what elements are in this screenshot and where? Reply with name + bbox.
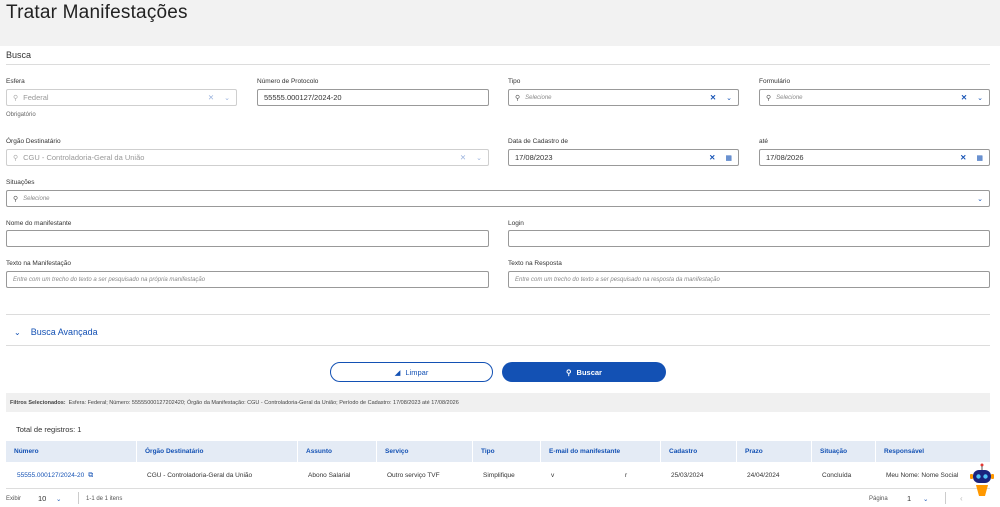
divider — [945, 492, 946, 504]
search-icon: ⚲ — [13, 195, 19, 203]
calendar-icon[interactable]: ▦ — [976, 154, 983, 162]
assistant-bot-icon[interactable] — [968, 462, 996, 504]
close-icon[interactable]: ✕ — [960, 153, 966, 162]
situacao-cell: Concluída — [822, 472, 852, 479]
close-icon[interactable]: ✕ — [710, 93, 716, 102]
buscar-button[interactable]: ⚲ Buscar — [502, 362, 666, 382]
chevron-down-icon[interactable]: ⌄ — [923, 495, 928, 503]
texto-manifestacao-input[interactable]: Entre com um trecho do texto a ser pesqu… — [6, 271, 489, 288]
orgao-select[interactable]: ⚲ CGU - Controladoria-Geral da União ✕ ⌄ — [6, 149, 489, 166]
divider — [6, 314, 990, 315]
chevron-down-icon[interactable]: ⌄ — [224, 94, 230, 102]
login-input[interactable] — [508, 230, 990, 247]
table-header: Número Órgão Destinatário Assunto Serviç… — [6, 441, 990, 462]
chevron-down-icon[interactable]: ⌄ — [476, 154, 482, 162]
busca-section-title: Busca — [6, 50, 32, 60]
table-row[interactable]: 55555.000127/2024-20 ⧉ CGU - Controlador… — [6, 462, 990, 489]
texto-manifestacao-label: Texto na Manifestação — [6, 260, 72, 267]
numero-link[interactable]: 55555.000127/2024-20 ⧉ — [9, 462, 93, 489]
protocolo-input[interactable]: 55555.000127/2024-20 — [257, 89, 489, 106]
close-icon[interactable]: ✕ — [961, 93, 967, 102]
data-de-input[interactable]: 17/08/2023 ✕ ▦ — [508, 149, 739, 166]
protocolo-label: Número de Protocolo — [257, 78, 319, 85]
tipo-label: Tipo — [508, 78, 521, 85]
esfera-select[interactable]: ⚲ Federal ✕ ⌄ — [6, 89, 237, 106]
chevron-left-icon[interactable]: ‹ — [960, 494, 963, 503]
data-ate-input[interactable]: 17/08/2026 ✕ ▦ — [759, 149, 990, 166]
data-de-label: Data de Cadastro de — [508, 138, 568, 145]
assunto-cell: Abono Salarial — [308, 472, 351, 479]
column-header[interactable]: Responsável — [875, 441, 990, 462]
search-icon: ⚲ — [566, 367, 572, 377]
search-icon: ⚲ — [13, 154, 19, 162]
orgao-label: Órgão Destinatário — [6, 138, 61, 145]
divider — [6, 64, 990, 65]
column-header[interactable]: Assunto — [297, 441, 376, 462]
nome-label: Nome do manifestante — [6, 220, 72, 227]
situacoes-label: Situações — [6, 179, 35, 186]
chevron-down-icon[interactable]: ⌄ — [977, 195, 983, 203]
calendar-icon[interactable]: ▦ — [725, 154, 732, 162]
limpar-button[interactable]: ◢ Limpar — [330, 362, 493, 382]
formulario-label: Formulário — [759, 78, 791, 85]
search-icon: ⚲ — [766, 94, 772, 102]
nome-input[interactable] — [6, 230, 489, 247]
formulario-select[interactable]: ⚲ Selecione ✕ ⌄ — [759, 89, 990, 106]
data-ate-label: até — [759, 138, 769, 145]
email-cell-end: r — [625, 472, 628, 479]
search-icon: ⚲ — [515, 94, 521, 102]
selected-filters: Filtros Selecionados: Esfera: Federal; N… — [6, 393, 990, 412]
external-link-icon[interactable]: ⧉ — [88, 472, 93, 480]
page-title: Tratar Manifestações — [6, 2, 188, 23]
busca-avancada-toggle[interactable]: ⌄ Busca Avançada — [14, 327, 98, 337]
orgao-cell: CGU - Controladoria-Geral da União — [147, 472, 253, 479]
trash-icon: ◢ — [394, 367, 401, 377]
divider — [78, 492, 79, 504]
column-header[interactable]: Cadastro — [660, 441, 736, 462]
chevron-down-icon[interactable]: ⌄ — [977, 94, 983, 102]
situacoes-select[interactable]: ⚲ Selecione ⌄ — [6, 190, 990, 207]
email-cell-start: v — [551, 472, 555, 479]
cadastro-cell: 25/03/2024 — [671, 472, 704, 479]
pagination-bar: Exibir 10 ⌄ 1-1 de 1 itens Página 1 ⌄ ‹ — [0, 490, 1000, 507]
column-header[interactable]: Serviço — [376, 441, 472, 462]
exibir-label: Exibir — [6, 495, 22, 502]
esfera-note: Obrigatório — [6, 112, 36, 118]
prazo-cell: 24/04/2024 — [747, 472, 780, 479]
search-icon: ⚲ — [13, 94, 19, 102]
column-header[interactable]: Situação — [811, 441, 875, 462]
page-select[interactable]: 1 — [907, 494, 911, 503]
close-icon[interactable]: ✕ — [460, 153, 466, 162]
tipo-cell: Simplifique — [483, 472, 515, 479]
column-header[interactable]: E-mail do manifestante — [540, 441, 660, 462]
close-icon[interactable]: ✕ — [208, 93, 214, 102]
close-icon[interactable]: ✕ — [709, 153, 715, 162]
divider — [6, 345, 990, 346]
login-label: Login — [508, 220, 524, 227]
chevron-down-icon[interactable]: ⌄ — [726, 94, 732, 102]
texto-resposta-input[interactable]: Entre com um trecho do texto a ser pesqu… — [508, 271, 990, 288]
per-page-select[interactable]: 10 — [38, 494, 46, 503]
chevron-down-icon[interactable]: ⌄ — [56, 495, 61, 503]
servico-cell: Outro serviço TVF — [387, 472, 440, 479]
column-header[interactable]: Prazo — [736, 441, 811, 462]
esfera-label: Esfera — [6, 78, 25, 85]
pagina-label: Página — [869, 495, 888, 502]
texto-resposta-label: Texto na Resposta — [508, 260, 562, 267]
responsavel-cell: Meu Nome: Nome Social — [886, 472, 959, 479]
tipo-select[interactable]: ⚲ Selecione ✕ ⌄ — [508, 89, 739, 106]
column-header[interactable]: Órgão Destinatário — [136, 441, 297, 462]
total-records: Total de registros: 1 — [16, 425, 82, 434]
items-range: 1-1 de 1 itens — [86, 495, 123, 502]
column-header[interactable]: Tipo — [472, 441, 540, 462]
column-header[interactable]: Número — [6, 441, 136, 462]
chevron-down-icon: ⌄ — [14, 327, 21, 337]
